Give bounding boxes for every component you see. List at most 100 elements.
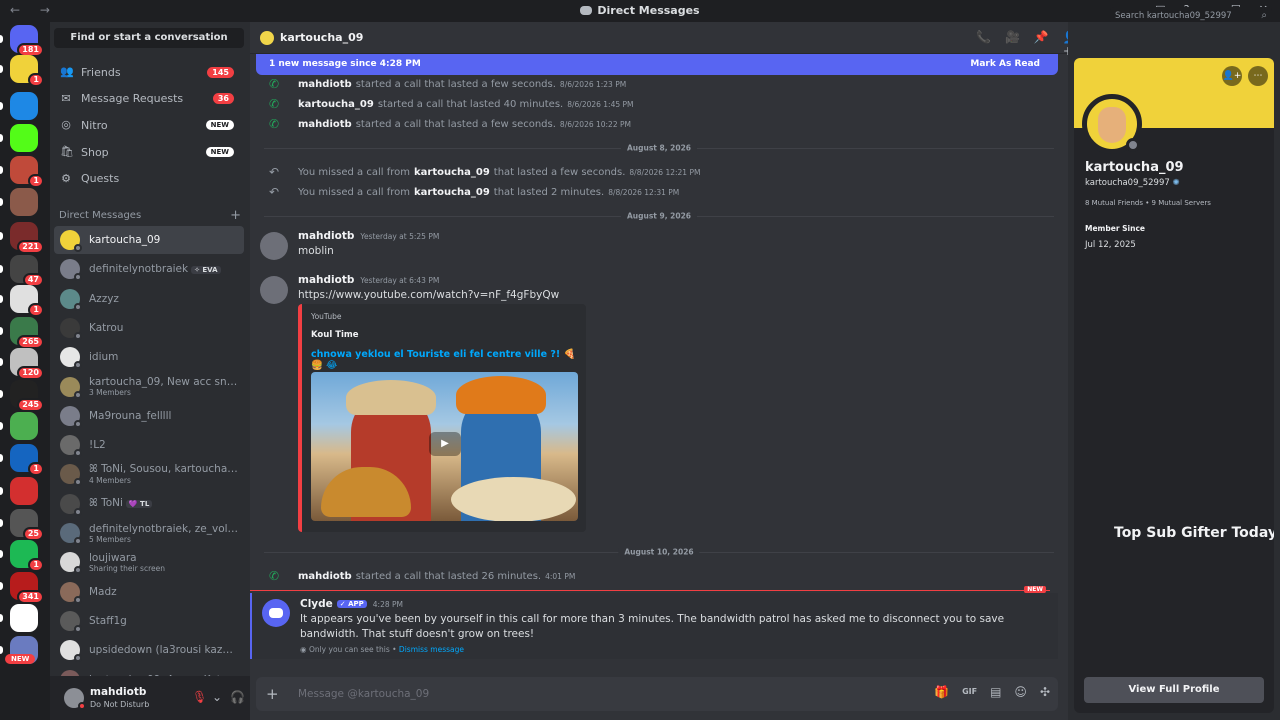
- server-icon[interactable]: 265: [0, 317, 44, 349]
- server-icon[interactable]: 245: [0, 380, 44, 412]
- embed-provider[interactable]: YouTube: [311, 312, 342, 321]
- video-thumbnail[interactable]: ▶: [311, 372, 578, 521]
- server-icon[interactable]: 47: [0, 255, 44, 287]
- message-input[interactable]: Message @kartoucha_09: [298, 688, 429, 700]
- dm-item[interactable]: Staff1g: [54, 607, 244, 635]
- event-user[interactable]: mahdiotb: [298, 119, 352, 130]
- message-header: mahdiotb Yesterday at 5:25 PM: [298, 230, 439, 242]
- gift-icon[interactable]: 🎁: [934, 685, 949, 699]
- event-user[interactable]: kartoucha_09: [298, 99, 374, 110]
- sidebar-item-message-requests[interactable]: ✉ Message Requests 36: [54, 87, 244, 111]
- server-icon[interactable]: 1: [0, 444, 44, 476]
- dm-item[interactable]: kartoucha_09: [54, 226, 244, 254]
- message-author[interactable]: mahdiotb: [298, 230, 354, 242]
- event-user[interactable]: mahdiotb: [298, 79, 352, 90]
- shop-icon: 🛍: [60, 145, 74, 159]
- user-name[interactable]: mahdiotb: [90, 686, 146, 698]
- server-icon[interactable]: 341: [0, 572, 44, 604]
- event-user[interactable]: mahdiotb: [298, 571, 352, 582]
- dm-item[interactable]: ꕤ ToNi 💜 TL: [54, 490, 244, 518]
- channel-name: kartoucha_09: [280, 31, 364, 44]
- dm-item[interactable]: Azzyz: [54, 285, 244, 313]
- status-icon: [74, 361, 82, 370]
- play-icon[interactable]: ▶: [429, 432, 461, 456]
- avatar: [60, 405, 82, 428]
- sidebar-item-quests[interactable]: ⚙ Quests: [54, 167, 244, 191]
- server-icon[interactable]: [0, 604, 38, 632]
- unread-pill: [0, 614, 3, 622]
- dm-text: kartoucha_09: [89, 234, 160, 246]
- server-icon[interactable]: 1: [0, 540, 44, 572]
- dm-subtext: Sharing their screen: [89, 563, 165, 573]
- dm-item[interactable]: Ma9rouna_felllll: [54, 402, 244, 430]
- sticker-icon[interactable]: ▤: [990, 685, 1001, 699]
- dm-name-text: Ma9rouna_felllll: [89, 409, 172, 422]
- message-author[interactable]: Clyde: [300, 598, 333, 610]
- event-user[interactable]: kartoucha_09: [414, 167, 490, 178]
- dm-item[interactable]: ꕤ ToNi, Sousou, kartoucha_09 4 Members: [54, 460, 244, 488]
- sidebar-item-shop[interactable]: 🛍 Shop NEW: [54, 140, 244, 164]
- emoji-icon[interactable]: ☺: [1014, 685, 1027, 699]
- embed-title[interactable]: chnowa yeklou el Touriste eli fel centre…: [311, 349, 586, 371]
- headphones-icon[interactable]: 🎧: [230, 690, 245, 704]
- message-body: moblin: [298, 245, 334, 257]
- dm-item[interactable]: upsidedown (la3rousi kazanouva): [54, 636, 244, 664]
- mute-mic-icon[interactable]: 🎙: [192, 690, 207, 704]
- search-placeholder: Search kartoucha09_52997: [1115, 11, 1232, 21]
- message-author[interactable]: mahdiotb: [298, 274, 354, 286]
- server-icon[interactable]: [0, 188, 38, 216]
- avatar: [260, 31, 274, 45]
- embed-author[interactable]: Koul Time: [311, 330, 359, 340]
- server-icon[interactable]: 120: [0, 348, 44, 380]
- date-label: August 10, 2026: [618, 547, 700, 557]
- mutual-info[interactable]: 8 Mutual Friends • 9 Mutual Servers: [1085, 199, 1211, 207]
- gif-icon[interactable]: GIF: [962, 685, 977, 699]
- add-attachment-icon[interactable]: +: [266, 685, 279, 703]
- apps-icon[interactable]: ✣: [1040, 685, 1050, 699]
- dm-name-text: ꕤ ToNi: [89, 497, 123, 510]
- thumbnail-hat: [346, 380, 436, 415]
- more-options-icon[interactable]: ⋯: [1248, 66, 1268, 86]
- server-icon[interactable]: [0, 124, 38, 152]
- sidebar-item-friends[interactable]: 👥 Friends 145: [54, 60, 244, 84]
- server-icon[interactable]: [0, 412, 38, 440]
- server-icon[interactable]: [0, 92, 38, 120]
- status-icon: [74, 449, 82, 458]
- mark-as-read-button[interactable]: Mark As Read: [970, 59, 1040, 69]
- server-icon[interactable]: 1: [0, 285, 44, 317]
- dm-item[interactable]: !L2: [54, 431, 244, 459]
- clyde-avatar[interactable]: [262, 599, 290, 627]
- avatar[interactable]: [1082, 94, 1142, 154]
- chevron-down-icon[interactable]: ⌄: [212, 690, 222, 704]
- dm-item[interactable]: loujiwara Sharing their screen: [54, 548, 244, 576]
- new-messages-bar[interactable]: 1 new message since 4:28 PM Mark As Read: [256, 54, 1058, 75]
- event-user[interactable]: kartoucha_09: [414, 187, 490, 198]
- server-icon[interactable]: 181: [0, 25, 44, 57]
- server-icon[interactable]: [0, 477, 38, 505]
- sidebar-item-nitro[interactable]: ◎ Nitro NEW: [54, 113, 244, 137]
- server-icon[interactable]: 1: [0, 156, 44, 188]
- server-icon[interactable]: 221: [0, 222, 44, 254]
- dm-item[interactable]: Katrou: [54, 314, 244, 342]
- avatar[interactable]: [260, 276, 288, 304]
- dm-item[interactable]: idium: [54, 343, 244, 371]
- server-icon[interactable]: 25: [0, 509, 44, 541]
- add-friend-icon[interactable]: 👤+: [1222, 66, 1242, 86]
- dm-item[interactable]: Madz: [54, 578, 244, 606]
- dm-item[interactable]: kartoucha_09, New acc snmbaji...3 Member…: [54, 373, 244, 401]
- create-dm-icon[interactable]: +: [230, 208, 241, 223]
- status-icon: [74, 273, 82, 282]
- view-full-profile-button[interactable]: View Full Profile: [1084, 677, 1264, 703]
- unread-pill: [0, 454, 3, 462]
- dismiss-message-link[interactable]: Dismiss message: [399, 645, 464, 654]
- dm-item[interactable]: definitelynotbraiek, ze_voltmane...5 Mem…: [54, 519, 244, 547]
- avatar[interactable]: [260, 232, 288, 260]
- phone-icon: ✆: [268, 77, 280, 91]
- avatar[interactable]: [64, 688, 86, 710]
- event-text: You missed a call from: [298, 166, 410, 178]
- new-servers-badge[interactable]: NEW: [5, 654, 36, 664]
- dm-item[interactable]: definitelynotbraiek ✧ EVA: [54, 255, 244, 283]
- message-link[interactable]: https://www.youtube.com/watch?v=nF_f4gFb…: [298, 289, 559, 301]
- find-conversation-button[interactable]: Find or start a conversation: [54, 28, 244, 48]
- server-icon[interactable]: 1: [0, 55, 44, 87]
